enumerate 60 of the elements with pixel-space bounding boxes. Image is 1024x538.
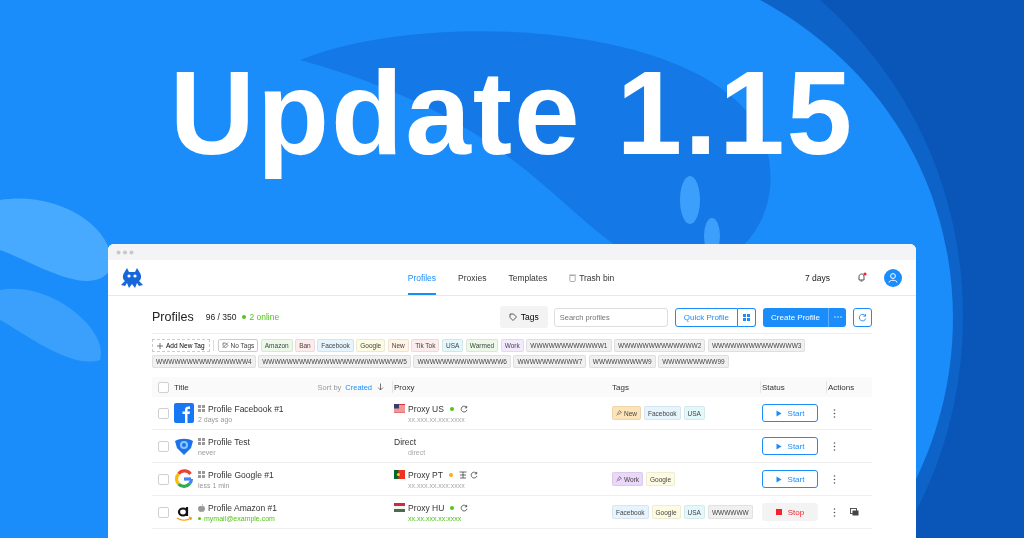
column-header: Title (174, 382, 189, 392)
page-title: Profiles (152, 310, 194, 324)
column-header: Status (762, 382, 785, 392)
nav-tab[interactable]: Profiles (407, 260, 437, 295)
quick-profile-button[interactable]: Quick Profile (674, 307, 739, 327)
profile-name[interactable]: Profile Facebook #1 (208, 403, 284, 414)
proxy-name: Direct (394, 436, 417, 447)
column-header: Actions (828, 382, 855, 392)
sucker-shape (680, 176, 700, 224)
refresh-icon[interactable] (469, 470, 478, 479)
start-button[interactable]: Start (762, 437, 818, 455)
bell-icon[interactable] (856, 272, 867, 283)
copy-icon[interactable] (850, 508, 859, 516)
select-all-checkbox[interactable] (157, 381, 169, 393)
row-checkbox[interactable] (157, 407, 169, 419)
nav-tab[interactable]: Proxies (458, 260, 487, 295)
column-header: Tags (612, 382, 629, 392)
refresh-icon[interactable] (459, 404, 468, 413)
start-button[interactable]: Start (762, 404, 818, 422)
window-dots-icon (116, 249, 134, 255)
tag-icon (508, 313, 517, 321)
nav-tab[interactable]: Templates (508, 260, 548, 295)
stop-icon (775, 509, 782, 515)
windows-icon[interactable] (738, 307, 757, 327)
plus-icon (157, 342, 163, 349)
avatar-icon[interactable] (884, 268, 902, 287)
subscription-days: 7 days (804, 272, 830, 283)
octopus-logo-icon (120, 266, 144, 289)
tags-button[interactable]: Tags (499, 306, 548, 328)
online-count: 2 online (242, 312, 280, 322)
profile-name[interactable]: Profile Google #1 (208, 469, 274, 480)
tag-off-icon (221, 342, 229, 349)
refresh-icon[interactable] (460, 503, 469, 512)
nav-tab[interactable]: Trash bin (569, 260, 615, 295)
start-button[interactable]: Start (762, 470, 818, 488)
trash-icon (569, 273, 577, 282)
proxy-name: Proxy HU (408, 502, 445, 513)
play-icon (775, 475, 782, 483)
column-header: Proxy (394, 382, 415, 392)
row-checkbox[interactable] (157, 506, 169, 518)
row-checkbox[interactable] (157, 473, 169, 485)
arrow-down-icon[interactable] (377, 383, 384, 391)
play-icon (775, 409, 782, 417)
kebab-menu-icon[interactable] (833, 474, 836, 484)
kebab-menu-icon[interactable] (833, 441, 836, 451)
profile-name[interactable]: Profile Amazon #1 (208, 502, 277, 513)
pin-icon (616, 476, 622, 482)
kebab-menu-icon[interactable] (833, 507, 836, 517)
profile-count: 96 / 350 (205, 312, 237, 322)
kebab-menu-icon[interactable] (833, 408, 836, 418)
row-checkbox[interactable] (157, 440, 169, 452)
headline: Update 1.15 (169, 46, 855, 182)
more-icon[interactable] (828, 307, 846, 327)
stop-button[interactable]: Stop (762, 503, 818, 521)
proxy-name: Proxy PT (408, 469, 443, 480)
profile-name[interactable]: Profile Test (208, 436, 250, 447)
proxy-name: Proxy US (408, 403, 444, 414)
pin-icon (616, 410, 622, 416)
refresh-icon[interactable] (853, 307, 872, 327)
play-icon (775, 442, 782, 450)
